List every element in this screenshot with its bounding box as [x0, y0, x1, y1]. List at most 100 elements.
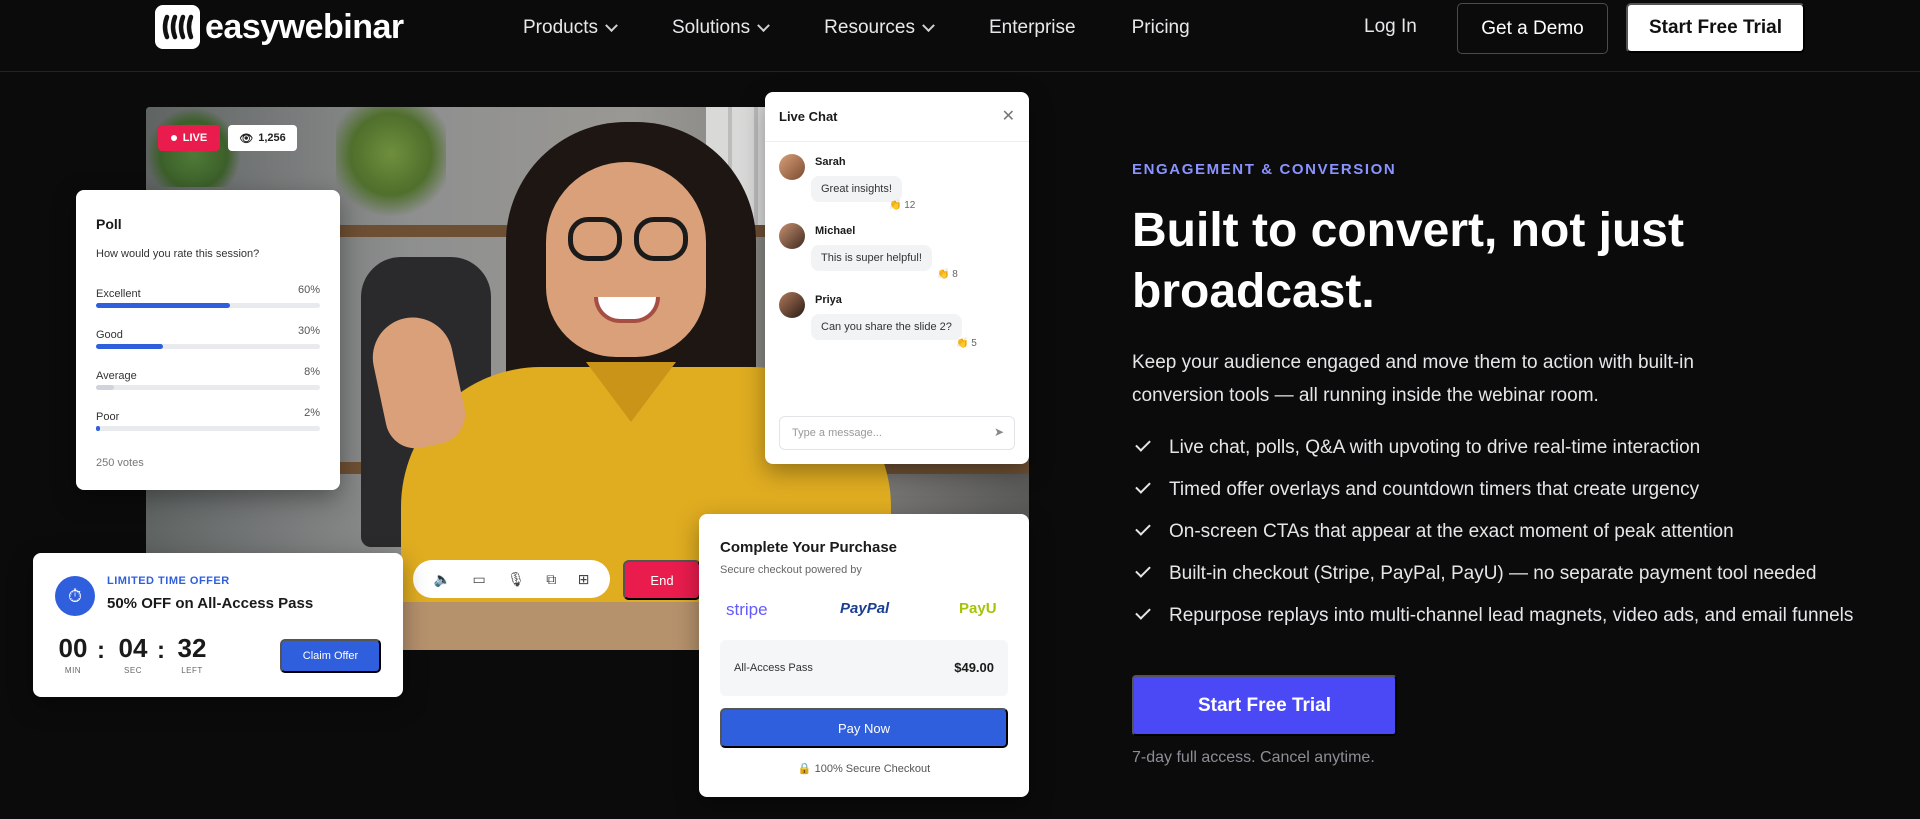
poll-bar-track [96, 426, 320, 431]
send-icon[interactable]: ➤ [994, 425, 1004, 439]
item-name: All-Access Pass [734, 662, 813, 674]
poll-bar-fill [96, 426, 101, 431]
cta-note: 7-day full access. Cancel anytime. [1132, 749, 1375, 766]
nav-pricing[interactable]: Pricing [1132, 16, 1190, 40]
chevron-down-icon [757, 18, 771, 32]
feature-text: On-screen CTAs that appear at the exact … [1169, 521, 1734, 542]
poll-bar-track [96, 303, 320, 308]
countdown-value: 32 [177, 633, 207, 663]
avatar [779, 223, 805, 249]
countdown-value: 04 [118, 633, 148, 663]
feature-text: Timed offer overlays and countdown timer… [1169, 479, 1700, 500]
feature-text: Built-in checkout (Stripe, PayPal, PayU)… [1169, 563, 1817, 584]
nav-resources[interactable]: Resources [824, 16, 935, 40]
poll-bar-fill [96, 344, 164, 349]
offer-title: 50% OFF on All-Access Pass [107, 595, 314, 612]
poll-option-label: Excellent [96, 288, 141, 300]
claim-offer-button[interactable]: Claim Offer [280, 639, 381, 673]
countdown-min: 00 MIN [52, 633, 94, 675]
top-nav: easywebinar Products Solutions Resources… [0, 0, 1920, 72]
start-free-trial-button[interactable]: Start Free Trial [1132, 675, 1397, 736]
presenter-glasses [634, 217, 688, 261]
nav-solutions[interactable]: Solutions [672, 16, 771, 40]
chevron-down-icon [605, 18, 618, 32]
presenter-face [546, 162, 706, 357]
countdown-unit: SEC [124, 666, 142, 675]
live-dot-icon [170, 135, 177, 141]
photo-plant [336, 107, 446, 225]
poll-option[interactable]: Good 30% [96, 325, 320, 349]
chat-author: Sarah [815, 156, 846, 168]
logo[interactable]: easywebinar [155, 5, 404, 49]
order-line-item: All-Access Pass $49.00 [720, 640, 1008, 696]
poll-option-percent: 2% [304, 407, 320, 419]
paypal-logo: PayPal [840, 600, 890, 617]
mic-icon[interactable]: 🎙 [507, 571, 525, 588]
secure-note-text: 100% Secure Checkout [814, 763, 931, 775]
chat-message-input[interactable]: Type a message... ➤ [779, 416, 1015, 450]
secure-note: 🔒 100% Secure Checkout [699, 762, 1029, 775]
nav-products[interactable]: Products [523, 16, 618, 40]
nav-enterprise[interactable]: Enterprise [989, 16, 1076, 40]
check-icon [1135, 520, 1151, 536]
countdown-sec: 04 SEC [112, 633, 154, 675]
eye-icon: 👁 [239, 132, 254, 145]
chat-reaction[interactable]: 👏 5 [956, 338, 977, 349]
chat-reaction[interactable]: 👏 12 [889, 200, 915, 211]
feature-item: Timed offer overlays and countdown timer… [1132, 475, 1912, 517]
check-icon [1135, 562, 1151, 578]
poll-bar-fill [96, 303, 231, 308]
payu-logo: PayU [959, 600, 997, 617]
poll-option-percent: 30% [297, 325, 320, 337]
live-label: LIVE [182, 132, 208, 144]
poll-option-percent: 8% [304, 366, 320, 378]
hero-headline: Built to convert, not just broadcast. [1132, 204, 1684, 318]
feature-text: Live chat, polls, Q&A with upvoting to d… [1169, 437, 1701, 458]
poll-bar-track [96, 385, 320, 390]
lock-icon: 🔒 [797, 763, 812, 775]
chat-author: Michael [815, 225, 856, 237]
nav-products-label: Products [523, 17, 598, 38]
live-chat-card: Live Chat ✕ Sarah Great insights! 👏 12 M… [765, 92, 1029, 464]
get-demo-button[interactable]: Get a Demo [1457, 3, 1608, 54]
chat-bubble: Great insights! [811, 176, 902, 202]
nav-resources-label: Resources [824, 17, 915, 38]
chat-header: Live Chat ✕ [765, 92, 1029, 142]
viewer-count: 1,256 [258, 132, 286, 144]
grid-icon[interactable]: ⊞ [578, 571, 590, 588]
end-button[interactable]: End [623, 560, 701, 600]
avatar [779, 292, 805, 318]
feature-item: Repurpose replays into multi-channel lea… [1132, 601, 1912, 643]
purchase-title: Complete Your Purchase [720, 539, 897, 556]
main-menu: Products Solutions Resources Enterprise … [523, 16, 1246, 40]
feature-list: Live chat, polls, Q&A with upvoting to d… [1132, 433, 1912, 643]
speaker-icon[interactable]: 🔈 [434, 571, 451, 588]
countdown-separator: : [97, 637, 105, 664]
start-trial-nav-button[interactable]: Start Free Trial [1626, 3, 1805, 53]
poll-bar-fill [96, 385, 114, 390]
chat-input-placeholder: Type a message... [792, 427, 882, 439]
poll-option[interactable]: Average 8% [96, 366, 320, 390]
check-icon [1135, 478, 1151, 494]
countdown-value: 00 [58, 633, 88, 663]
feature-item: On-screen CTAs that appear at the exact … [1132, 517, 1912, 559]
login-link[interactable]: Log In [1364, 16, 1417, 38]
screen-share-icon[interactable]: ⧉ [546, 571, 556, 588]
nav-enterprise-label: Enterprise [988, 17, 1076, 38]
feature-item: Live chat, polls, Q&A with upvoting to d… [1132, 433, 1912, 475]
close-icon[interactable]: ✕ [1002, 106, 1015, 126]
camera-icon[interactable]: ▭ [472, 571, 485, 588]
countdown-left: 32 LEFT [171, 633, 213, 675]
poll-option[interactable]: Poor 2% [96, 407, 320, 431]
feature-item: Built-in checkout (Stripe, PayPal, PayU)… [1132, 559, 1912, 601]
pay-now-button[interactable]: Pay Now [720, 708, 1008, 748]
timer-icon: ⏱ [55, 576, 95, 616]
poll-option-label: Good [96, 329, 123, 341]
check-icon [1135, 604, 1151, 620]
chat-author: Priya [815, 294, 842, 306]
chat-reaction[interactable]: 👏 8 [937, 269, 958, 280]
poll-bar-track [96, 344, 320, 349]
stripe-logo: stripe [726, 600, 768, 619]
poll-option[interactable]: Excellent 60% [96, 284, 320, 308]
hero-lead: Keep your audience engaged and move them… [1132, 352, 1694, 406]
